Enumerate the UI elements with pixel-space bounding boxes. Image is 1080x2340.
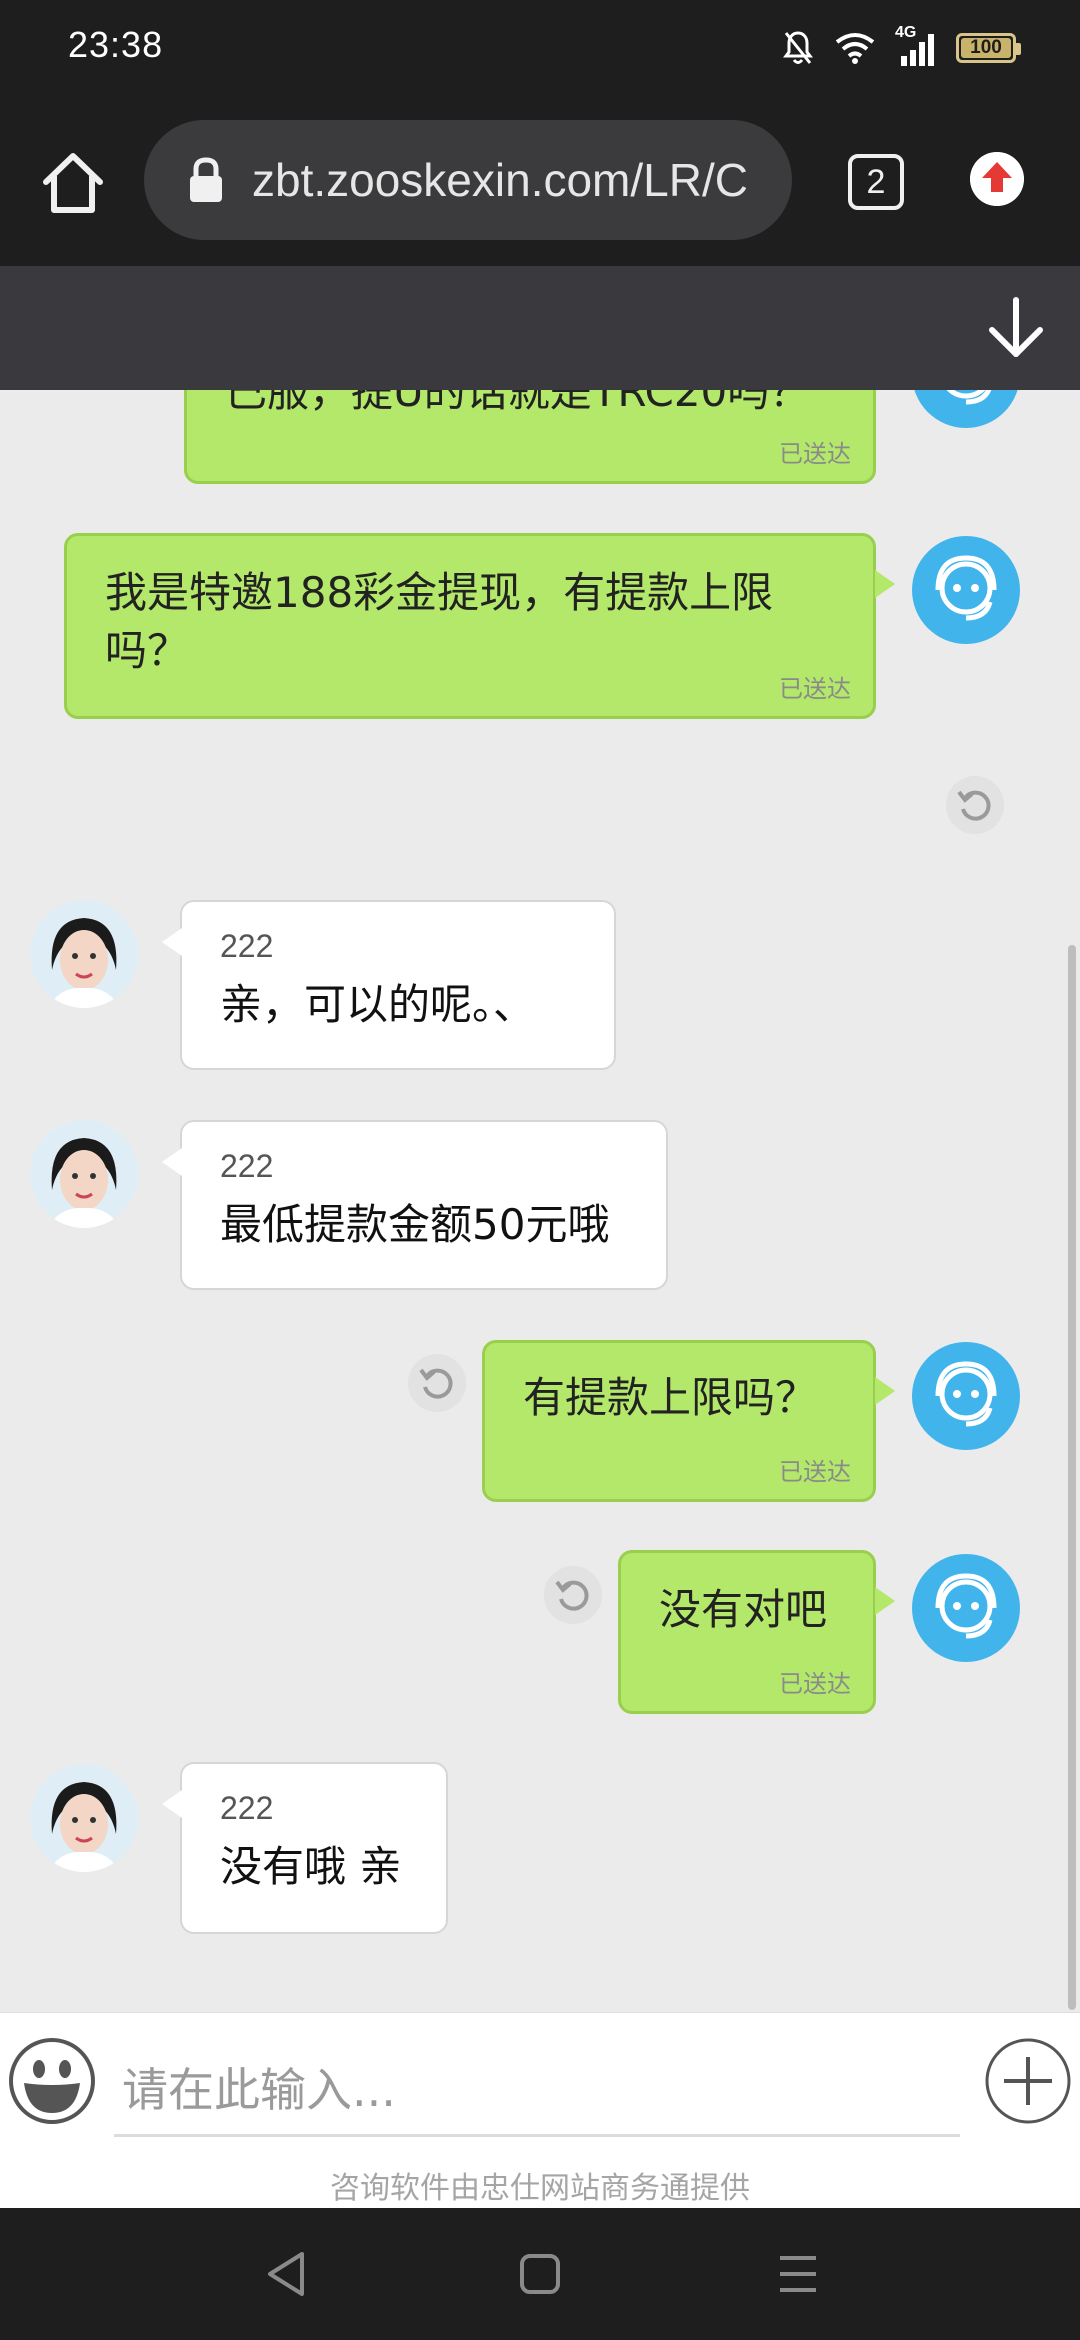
incoming-message: 222 亲，可以的呢。、 — [162, 900, 616, 1070]
agent-avatar — [30, 1764, 138, 1872]
agent-avatar — [30, 1120, 138, 1228]
message-text: 没有对吧 — [659, 1585, 828, 1634]
message-text-line: 我是特邀188彩金提现，有提款上限 — [105, 568, 774, 617]
sender-name: 222 — [220, 1148, 274, 1184]
agent-avatar — [30, 900, 138, 1008]
phone-screen: 23:38 4G 100 zbt.zooskexin.com/LR/C 2 已服… — [0, 0, 1080, 2340]
headset-agent-icon — [912, 1342, 1020, 1450]
message-composer: 咨询软件由忠仕网站商务通提供 — [0, 2012, 1080, 2208]
plus-icon[interactable] — [984, 2037, 1072, 2125]
lock-icon — [190, 157, 222, 202]
retry-icon[interactable] — [408, 1354, 466, 1412]
message-text: 最低提款金额50元哦 — [220, 1200, 610, 1249]
network-type: 4G — [895, 24, 917, 41]
status-time: 23:38 — [68, 24, 164, 65]
outgoing-message: 没有对吧 已送达 — [618, 1550, 895, 1714]
outgoing-message: 已服，提U的话就是TRC20吗？ 已送达 — [184, 390, 876, 484]
system-nav-bar — [0, 2208, 1080, 2340]
message-text: 没有哦 亲 — [220, 1842, 402, 1891]
status-icons: 4G 100 — [783, 24, 1021, 68]
signal-4g-icon: 4G — [895, 24, 934, 66]
home-icon[interactable] — [38, 148, 108, 218]
status-bar: 23:38 4G 100 — [0, 0, 1080, 96]
sender-name: 222 — [220, 928, 274, 964]
browser-toolbar: zbt.zooskexin.com/LR/C 2 — [0, 96, 1080, 266]
battery-icon: 100 — [956, 33, 1021, 63]
headset-agent-icon — [912, 390, 1020, 428]
mute-bell-icon — [783, 31, 813, 64]
delivery-status: 已送达 — [779, 440, 851, 468]
retry-icon[interactable] — [946, 776, 1004, 834]
message-text: 已服，提U的话就是TRC20吗？ — [225, 390, 812, 416]
message-text: 亲，可以的呢。、 — [220, 980, 536, 1029]
chat-header — [0, 266, 1080, 390]
incoming-message: 222 最低提款金额50元哦 — [162, 1120, 668, 1290]
delivery-status: 已送达 — [779, 1458, 851, 1486]
wifi-icon — [835, 33, 875, 64]
nav-menu-icon[interactable] — [766, 2244, 830, 2304]
sender-name: 222 — [220, 1790, 274, 1826]
message-text-line: 吗？ — [105, 626, 190, 675]
retry-icon[interactable] — [544, 1566, 602, 1624]
headset-agent-icon — [912, 536, 1020, 644]
address-bar[interactable]: zbt.zooskexin.com/LR/C — [144, 120, 792, 240]
message-text: 有提款上限吗？ — [523, 1373, 818, 1422]
tabs-button[interactable]: 2 — [848, 154, 904, 210]
url-text[interactable]: zbt.zooskexin.com/LR/C — [252, 153, 748, 207]
delivery-status: 已送达 — [779, 1670, 851, 1698]
nav-home-icon[interactable] — [508, 2244, 572, 2304]
battery-level: 100 — [970, 37, 1002, 58]
emoji-icon[interactable] — [8, 2037, 96, 2125]
outgoing-message: 有提款上限吗？ 已送达 — [482, 1340, 895, 1502]
message-input[interactable] — [114, 2045, 960, 2137]
outgoing-message: 我是特邀188彩金提现，有提款上限 吗？ 已送达 — [64, 533, 895, 719]
delivery-status: 已送达 — [779, 675, 851, 703]
arrow-down-icon[interactable] — [982, 294, 1050, 362]
scrollbar[interactable] — [1068, 945, 1076, 2010]
update-arrow-icon[interactable] — [970, 152, 1024, 206]
nav-back-icon[interactable] — [254, 2244, 318, 2304]
powered-by-text: 咨询软件由忠仕网站商务通提供 — [330, 2171, 750, 2206]
headset-agent-icon — [912, 1554, 1020, 1662]
incoming-message: 222 没有哦 亲 — [162, 1762, 448, 1934]
chat-messages[interactable]: 已服，提U的话就是TRC20吗？ 已送达 我是特邀188彩金提现，有提款上限 吗… — [0, 390, 1080, 2012]
